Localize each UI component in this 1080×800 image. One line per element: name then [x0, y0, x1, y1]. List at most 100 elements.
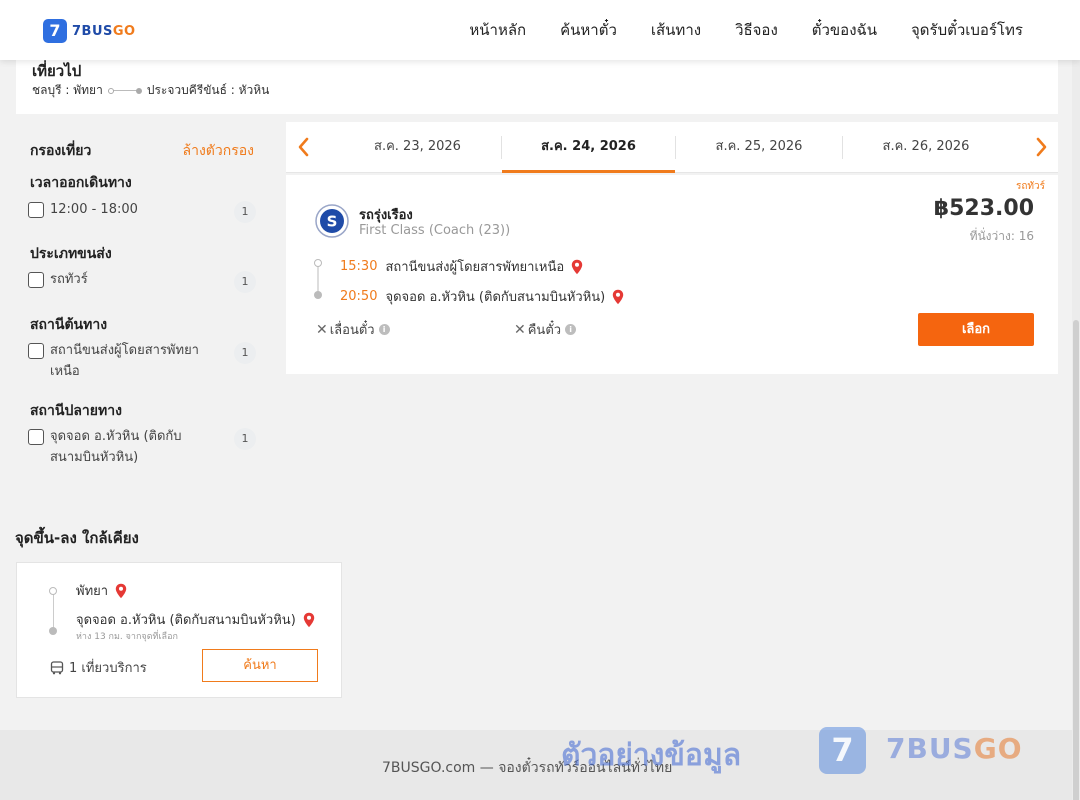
filters-header: กรองเที่ยว ล้างตัวกรอง — [30, 140, 254, 162]
footer: 7BUSGO.com — จองตั๋วรถทัวร์ออนไลน์ทั่วไท… — [0, 727, 1080, 800]
close-icon: ✕ — [316, 321, 328, 338]
bus-class: First Class (Coach (23)) — [359, 223, 511, 238]
date-tab[interactable]: ส.ค. 26, 2026 — [843, 122, 1009, 173]
filter-group-transport-type: ประเภทขนส่ง — [30, 246, 112, 262]
filter-group-destination-station: สถานีปลายทาง — [30, 403, 122, 419]
nearby-trips-label: 1 เที่ยวบริการ — [69, 661, 147, 676]
nav-search-tickets[interactable]: ค้นหาตั๋ว — [560, 18, 617, 42]
filter-count-badge: 1 — [234, 271, 256, 293]
select-trip-button[interactable]: เลือก — [918, 313, 1034, 346]
nav-how-to-book[interactable]: วิธีจอง — [735, 18, 778, 42]
filter-option-label: จุดจอด อ.หัวหิน (ติดกับสนามบินหัวหิน) — [50, 429, 182, 465]
nearby-origin-label: พัทยา — [76, 584, 109, 599]
chevron-right-icon[interactable] — [1030, 135, 1052, 159]
nearby-trip-count: 1 เที่ยวบริการ — [50, 657, 147, 678]
operator-name: รถรุ่งเรือง — [359, 208, 413, 223]
info-icon[interactable]: i — [565, 324, 577, 335]
transport-type-tag: รถทัวร์ — [1015, 181, 1045, 192]
svg-text:S: S — [327, 213, 338, 231]
nav-home[interactable]: หน้าหลัก — [469, 18, 526, 42]
date-tab-active[interactable]: ส.ค. 24, 2026 — [502, 122, 675, 173]
arrival-time: 20:50 — [340, 289, 378, 304]
main-nav: หน้าหลัก ค้นหาตั๋ว เส้นทาง วิธีจอง ตั๋วข… — [435, 0, 1023, 60]
reschedule-label: เลื่อนตั๋ว — [329, 323, 375, 338]
date-selector: ส.ค. 23, 2026 ส.ค. 24, 2026 ส.ค. 25, 202… — [286, 122, 1058, 173]
map-pin-icon[interactable] — [571, 259, 583, 275]
filters-title: กรองเที่ยว — [30, 143, 92, 159]
departure-stop: 15:30 สถานีขนส่งผู้โดยสารพัทยาเหนือ — [340, 256, 583, 277]
route-destination: ประจวบคีรีขันธ์ : หัวหิน — [146, 83, 270, 97]
timeline-end-dot — [314, 291, 322, 299]
checkbox[interactable] — [28, 343, 44, 359]
checkbox[interactable] — [28, 429, 44, 445]
nearby-search-button[interactable]: ค้นหา — [202, 649, 318, 682]
departure-station: สถานีขนส่งผู้โดยสารพัทยาเหนือ — [385, 260, 565, 275]
timeline-line — [53, 593, 54, 631]
watermark-text: ตัวอย่างข้อมูล — [561, 738, 742, 773]
filter-option-transport[interactable]: รถทัวร์ 1 — [28, 271, 256, 293]
filter-group-origin-station: สถานีต้นทาง — [30, 317, 108, 333]
filter-option-label: 12:00 - 18:00 — [50, 202, 138, 217]
scrollbar-thumb[interactable] — [1073, 320, 1079, 800]
nearby-destination: จุดจอด อ.หัวหิน (ติดกับสนามบินหัวหิน) — [76, 609, 315, 630]
filter-option-origin[interactable]: สถานีขนส่งผู้โดยสารพัทยาเหนือ 1 — [28, 342, 256, 382]
watermark-brand: 7BUSGO — [886, 732, 1023, 765]
timeline-start-dot — [314, 259, 322, 267]
departure-time: 15:30 — [340, 259, 378, 274]
nearby-stops-title: จุดขึ้น-ลง ใกล้เคียง — [15, 529, 139, 547]
route-line: ชลบุรี : พัทยา ประจวบคีรีขันธ์ : หัวหิน — [32, 81, 269, 100]
arrival-stop: 20:50 จุดจอด อ.หัวหิน (ติดกับสนามบินหัวห… — [340, 286, 624, 307]
nearby-stop-card: พัทยา จุดจอด อ.หัวหิน (ติดกับสนามบินหัวห… — [16, 562, 342, 698]
checkbox[interactable] — [28, 202, 44, 218]
seats-available: ที่นั่งว่าง: 16 — [969, 229, 1034, 243]
route-summary: เที่ยวไป ชลบุรี : พัทยา ประจวบคีรีขันธ์ … — [16, 55, 1058, 114]
nav-ticket-pickup[interactable]: จุดรับตั๋วเบอร์โทร — [911, 18, 1023, 42]
refund-policy[interactable]: ✕ คืนตั๋ว i — [514, 319, 577, 340]
arrival-station: จุดจอด อ.หัวหิน (ติดกับสนามบินหัวหิน) — [385, 290, 606, 305]
filter-count-badge: 1 — [234, 201, 256, 223]
bus-icon — [50, 660, 64, 674]
route-connector-icon — [107, 87, 142, 95]
map-pin-icon[interactable] — [612, 289, 624, 305]
watermark-brand-main: 7BUS — [886, 732, 974, 765]
filter-option-label: สถานีขนส่งผู้โดยสารพัทยาเหนือ — [50, 343, 199, 379]
operator-logo-icon: S — [315, 204, 349, 238]
chevron-left-icon[interactable] — [293, 135, 315, 159]
date-tab[interactable]: ส.ค. 23, 2026 — [334, 122, 501, 173]
filter-count-badge: 1 — [234, 428, 256, 450]
top-navbar: 7 7BUSGO หน้าหลัก ค้นหาตั๋ว เส้นทาง วิธี… — [0, 0, 1080, 60]
logo-text-go: GO — [112, 23, 136, 39]
timeline-end-dot — [49, 627, 57, 635]
reschedule-policy[interactable]: ✕ เลื่อนตั๋ว i — [316, 319, 390, 340]
watermark-logo-icon: 7 — [819, 727, 866, 774]
map-pin-icon[interactable] — [303, 612, 315, 628]
filter-option-time[interactable]: 12:00 - 18:00 1 — [28, 201, 256, 223]
filter-option-destination[interactable]: จุดจอด อ.หัวหิน (ติดกับสนามบินหัวหิน) 1 — [28, 428, 256, 468]
nav-routes[interactable]: เส้นทาง — [651, 18, 701, 42]
page-scrollbar[interactable] — [1072, 60, 1080, 800]
trip-result-card: รถทัวร์ S รถรุ่งเรือง First Class (Coach… — [286, 175, 1058, 374]
logo-mark-icon: 7 — [43, 19, 67, 43]
logo-text-main: 7BUS — [72, 23, 113, 39]
refund-label: คืนตั๋ว — [527, 323, 562, 338]
trip-direction-title: เที่ยวไป — [32, 62, 82, 80]
filter-count-badge: 1 — [234, 342, 256, 364]
nearby-destination-label: จุดจอด อ.หัวหิน (ติดกับสนามบินหัวหิน) — [76, 613, 296, 628]
clear-filters-link[interactable]: ล้างตัวกรอง — [183, 140, 254, 162]
info-icon[interactable]: i — [378, 324, 390, 335]
filter-option-label: รถทัวร์ — [50, 272, 88, 287]
map-pin-icon[interactable] — [115, 583, 127, 599]
nav-my-tickets[interactable]: ตั๋วของฉัน — [812, 18, 877, 42]
route-origin: ชลบุรี : พัทยา — [32, 83, 103, 97]
ticket-price: ฿523.00 — [933, 196, 1034, 221]
filter-group-departure-time: เวลาออกเดินทาง — [30, 175, 132, 191]
watermark-brand-go: GO — [973, 732, 1023, 765]
nearby-distance: ห่าง 13 กม. จากจุดที่เลือก — [76, 632, 178, 642]
logo-text: 7BUSGO — [72, 24, 136, 39]
date-tab[interactable]: ส.ค. 25, 2026 — [676, 122, 842, 173]
checkbox[interactable] — [28, 272, 44, 288]
timeline-start-dot — [49, 587, 57, 595]
close-icon: ✕ — [514, 321, 526, 338]
nearby-origin: พัทยา — [76, 580, 127, 601]
brand-logo[interactable]: 7 7BUSGO — [43, 19, 136, 43]
